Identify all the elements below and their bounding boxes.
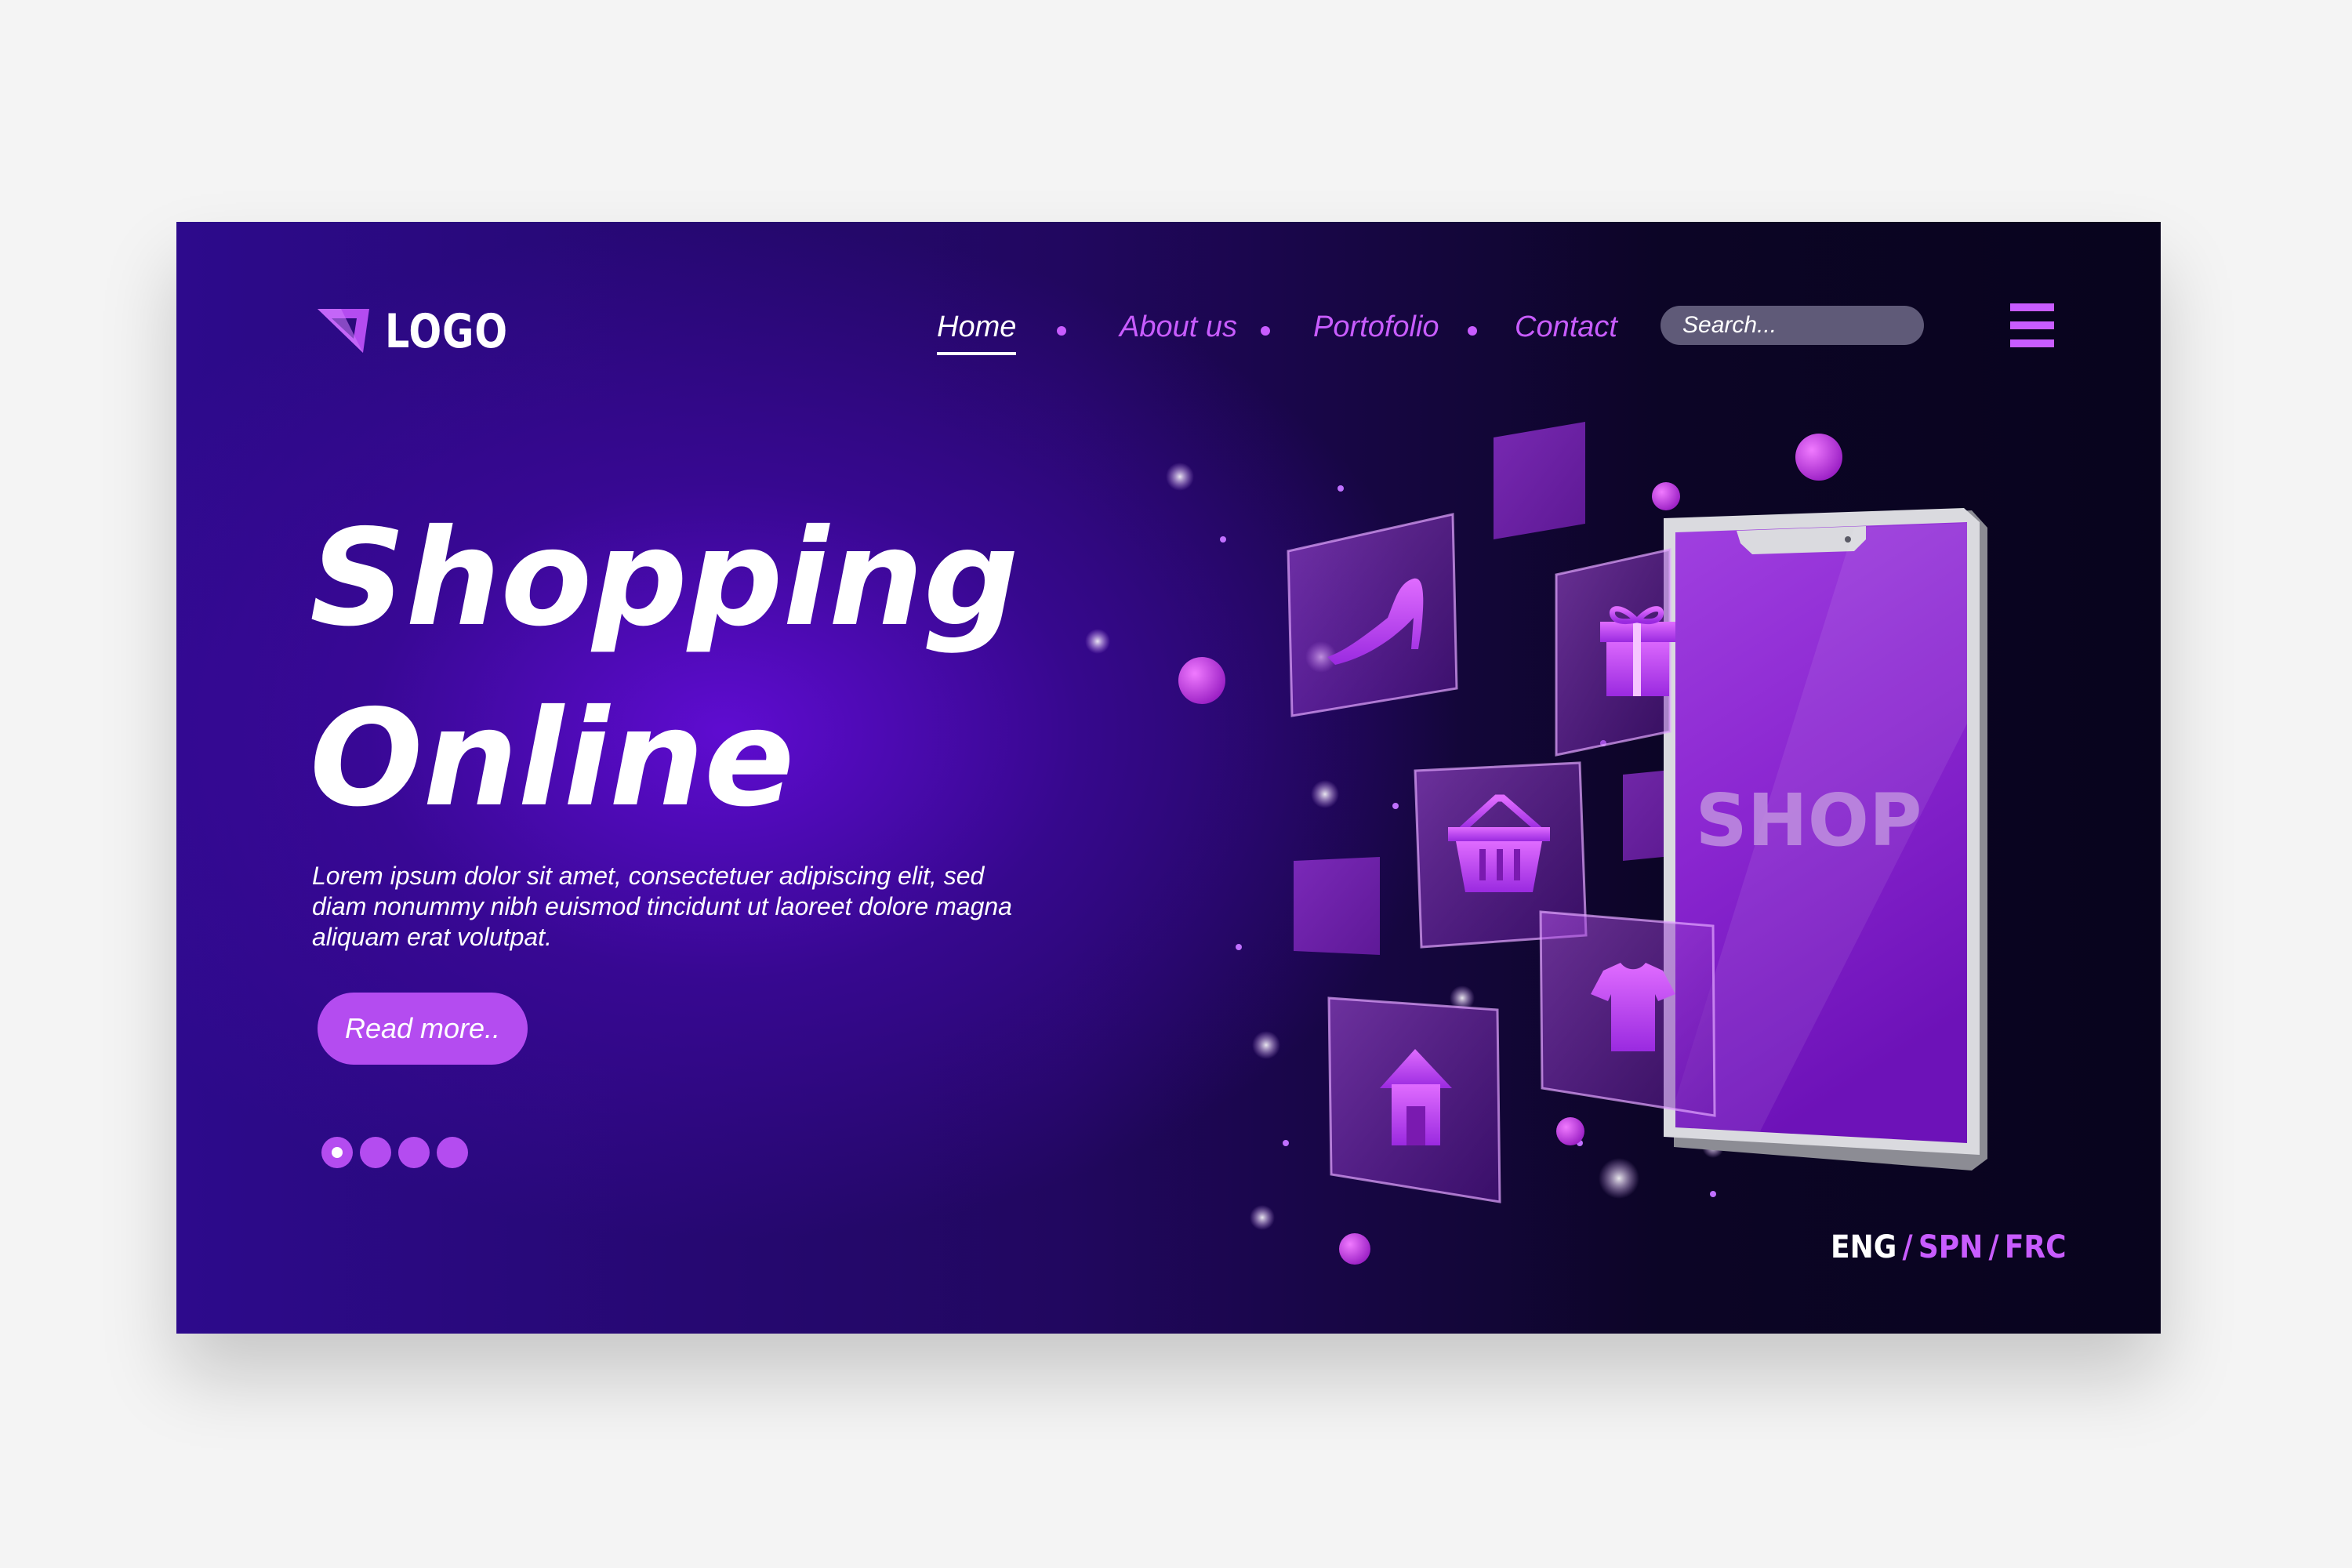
language-eng[interactable]: ENG — [1831, 1229, 1896, 1265]
home-tile — [1327, 996, 1501, 1203]
decorative-sphere — [1795, 434, 1842, 481]
shopping-illustration: SHOP — [1085, 422, 1987, 1265]
decorative-sphere — [1652, 482, 1680, 510]
floating-tile — [1494, 422, 1585, 539]
floating-tile — [1294, 857, 1380, 955]
language-switcher: ENG / SPN / FRC — [1831, 1229, 2067, 1265]
tshirt-tile — [1539, 910, 1716, 1117]
language-spn[interactable]: SPN — [1918, 1229, 1983, 1265]
decorative-sphere — [1178, 657, 1225, 704]
language-frc[interactable]: FRC — [2005, 1229, 2067, 1265]
decorative-sphere — [1556, 1117, 1584, 1145]
shop-label: SHOP — [1696, 779, 1922, 862]
landing-page: LOGO Home About us Portofolio Contact Sh… — [176, 222, 2161, 1334]
decorative-sphere — [1339, 1233, 1370, 1265]
page-background: LOGO Home About us Portofolio Contact Sh… — [0, 0, 2352, 1568]
gift-icon — [1600, 606, 1675, 696]
heel-tile — [1287, 513, 1458, 717]
gift-tile — [1555, 548, 1675, 757]
